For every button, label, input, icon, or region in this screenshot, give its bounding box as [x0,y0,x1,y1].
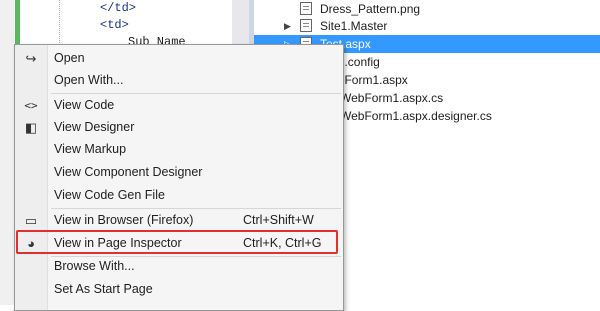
menu-item-shortcut: Ctrl+Shift+W [243,213,314,227]
tree-item-label: Site1.Master [320,19,388,33]
highlight-box [16,230,338,254]
context-menu: ↪ Open Open With... <> View Code ◧ View … [14,44,344,311]
image-file-icon [300,2,312,15]
menu-item-open-with[interactable]: Open With... [15,70,343,92]
designer-icon: ◧ [24,120,38,135]
menu-item-view-code-gen-file[interactable]: View Code Gen File [15,185,343,207]
editor-gutter [0,0,14,305]
menu-item-label: View Code Gen File [54,188,165,202]
menu-item-label: View Component Designer [54,165,203,179]
code-line: <td> [100,18,129,32]
menu-item-label: Browse With... [54,259,135,273]
menu-item-label: View Markup [54,142,127,156]
menu-item-browse-with[interactable]: Browse With... [15,256,343,278]
menu-item-open[interactable]: ↪ Open [15,48,343,70]
browser-icon: ▭ [24,213,38,228]
code-line: </td> [100,1,137,15]
master-file-icon [300,19,312,32]
tree-item[interactable]: Dress_Pattern.png [254,0,600,18]
menu-item-view-markup[interactable]: View Markup [15,139,343,161]
menu-item-label: View Code [54,98,115,112]
menu-item-label: Set As Start Page [54,282,153,296]
open-icon: ↪ [25,51,37,66]
menu-item-view-component-designer[interactable]: View Component Designer [15,162,343,184]
menu-separator [51,208,341,209]
tree-item-label: WebForm1.aspx.designer.cs [340,109,492,123]
tree-item-label: Dress_Pattern.png [320,2,421,16]
menu-item-label: View Designer [54,120,135,134]
code-icon: <> [24,99,38,112]
tree-item-label: WebForm1.aspx.cs [340,91,444,105]
menu-item-set-as-start-page[interactable]: Set As Start Page [15,279,343,301]
menu-item-view-code[interactable]: <> View Code [15,95,343,117]
menu-item-label: View in Browser (Firefox) [54,213,194,227]
expand-arrow-icon[interactable]: ▶ [284,17,294,35]
menu-item-view-designer[interactable]: ◧ View Designer [15,117,343,139]
menu-separator [51,93,341,94]
menu-item-label: Open With... [54,73,124,87]
menu-item-label: Open [54,51,85,65]
tree-item[interactable]: ▶ Site1.Master [254,17,600,35]
menu-item-view-in-browser[interactable]: ▭ View in Browser (Firefox) Ctrl+Shift+W [15,210,343,232]
